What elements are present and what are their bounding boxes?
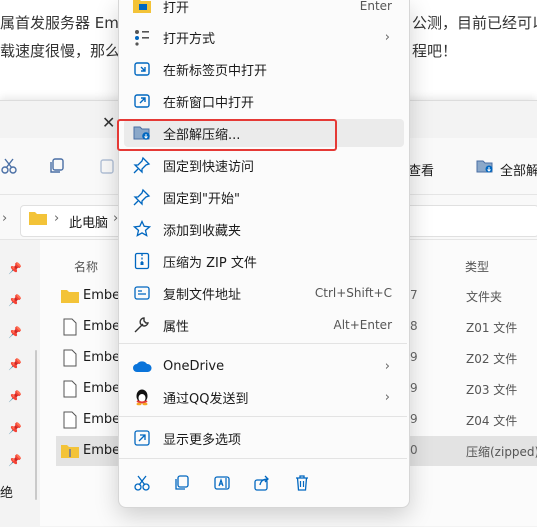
folder-icon: [29, 211, 47, 229]
view-label: 查看: [408, 164, 435, 179]
article-line-2-left: 载速度很慢，那么: [0, 42, 121, 60]
qq-icon: [132, 387, 152, 407]
menu-item-compress-zip[interactable]: 压缩为 ZIP 文件: [124, 247, 404, 275]
open-with-icon: [132, 27, 152, 47]
menu-item-shortcut: Alt+Enter: [333, 318, 392, 332]
more-options-icon: [132, 428, 152, 448]
copy-path-icon: [132, 283, 152, 303]
pin-icon: 📌: [8, 294, 22, 307]
onedrive-icon: [132, 356, 152, 376]
column-header-type[interactable]: 类型: [465, 258, 489, 275]
menu-item-pin-quick-access[interactable]: 固定到快速访问: [124, 151, 404, 179]
file-type: Z03 文件: [466, 383, 518, 397]
zip-icon: [132, 251, 152, 271]
close-tab-icon[interactable]: ✕: [102, 113, 115, 132]
menu-item-send-via-qq[interactable]: 通过QQ发送到 ›: [124, 383, 404, 411]
menu-item-shortcut: Enter: [359, 0, 392, 13]
file-type: Z04 文件: [466, 414, 518, 428]
file-icon: [63, 349, 77, 367]
menu-item-label: 复制文件地址: [163, 287, 242, 303]
nav-scrollbar[interactable]: [35, 350, 37, 500]
menu-item-shortcut: Ctrl+Shift+C: [314, 286, 392, 300]
menu-item-label: 固定到快速访问: [163, 159, 255, 175]
breadcrumb-this-pc[interactable]: 此电脑: [69, 212, 108, 231]
column-header-name[interactable]: 名称: [74, 258, 98, 275]
menu-item-open-new-tab[interactable]: 在新标签页中打开: [124, 55, 404, 83]
menu-item-label: 固定到"开始": [163, 191, 240, 207]
menu-item-copy-path[interactable]: 复制文件地址 Ctrl+Shift+C: [124, 279, 404, 307]
file-icon: [63, 318, 77, 336]
file-date-fragment: 0: [410, 443, 418, 457]
view-button[interactable]: 查看: [408, 160, 434, 179]
file-date-fragment: 8: [410, 319, 418, 333]
nav-item-label[interactable]: 绝: [0, 482, 13, 501]
delete-icon[interactable]: [291, 472, 313, 494]
menu-item-open-with[interactable]: 打开方式 ›: [124, 23, 404, 51]
rename-icon[interactable]: [211, 472, 233, 494]
chevron-right-icon: ›: [384, 389, 390, 405]
file-date-fragment: 9: [410, 412, 418, 426]
chevron-right-icon: ›: [384, 29, 390, 45]
zip-folder-icon: [61, 445, 79, 458]
pin-icon: 📌: [8, 422, 22, 435]
pin-icon: 📌: [8, 454, 22, 467]
article-line-1-left: 属首发服务器 Em: [0, 14, 119, 32]
share-icon[interactable]: [251, 472, 273, 494]
pin-icon: 📌: [8, 262, 22, 275]
file-type: 文件夹: [466, 290, 503, 304]
cut-icon[interactable]: [0, 157, 18, 179]
menu-item-label: 通过QQ发送到: [163, 391, 249, 407]
copy-icon[interactable]: [48, 157, 66, 179]
pin-icon: [132, 155, 152, 175]
menu-item-label: 显示更多选项: [163, 432, 242, 448]
file-date-fragment: 7: [410, 288, 418, 302]
folder-icon: [61, 290, 79, 303]
chevron-right-icon: ›: [2, 211, 8, 226]
menu-separator: [119, 416, 407, 417]
article-line-1-right: 公测，目前已经可以: [412, 14, 537, 32]
menu-item-label: 添加到收藏夹: [163, 223, 242, 239]
pin-icon: 📌: [8, 358, 22, 371]
file-date-fragment: 9: [410, 350, 418, 364]
file-date-fragment: 9: [410, 381, 418, 395]
menu-separator: [119, 343, 407, 344]
menu-item-label: 打开: [163, 0, 190, 16]
wrench-icon: [132, 315, 152, 335]
new-tab-icon: [132, 59, 152, 79]
highlight-annotation-box: [117, 119, 337, 151]
file-icon: [63, 411, 77, 429]
extract-all-toolbar-icon[interactable]: [476, 157, 494, 179]
menu-separator: [119, 458, 407, 459]
menu-item-label: 压缩为 ZIP 文件: [163, 255, 257, 271]
chevron-right-icon: ›: [384, 358, 390, 374]
paste-icon[interactable]: [98, 157, 116, 179]
file-icon: [63, 380, 77, 398]
open-icon: [132, 0, 152, 16]
article-line-2-right: 程吧！: [412, 42, 458, 60]
menu-item-open-new-window[interactable]: 在新窗口中打开: [124, 87, 404, 115]
menu-item-add-favorites[interactable]: 添加到收藏夹: [124, 215, 404, 243]
menu-item-properties[interactable]: 属性 Alt+Enter: [124, 311, 404, 339]
pin-icon: 📌: [8, 326, 22, 339]
file-type: Z01 文件: [466, 321, 518, 335]
copy-icon[interactable]: [171, 472, 193, 494]
pin-icon: 📌: [8, 390, 22, 403]
menu-item-open[interactable]: 打开 Enter: [124, 0, 404, 20]
menu-item-label: 属性: [163, 319, 190, 335]
new-window-icon: [132, 91, 152, 111]
menu-item-onedrive[interactable]: OneDrive ›: [124, 352, 404, 380]
cut-icon[interactable]: [131, 472, 153, 494]
file-type: Z02 文件: [466, 352, 518, 366]
extract-all-toolbar-button[interactable]: 全部解: [500, 160, 537, 179]
star-icon: [132, 219, 152, 239]
file-type: 压缩(zipped): [466, 445, 537, 459]
menu-item-label: OneDrive: [163, 358, 225, 374]
menu-item-label: 在新标签页中打开: [163, 63, 268, 79]
menu-item-label: 在新窗口中打开: [163, 95, 255, 111]
pin-start-icon: [132, 187, 152, 207]
menu-item-label: 打开方式: [163, 31, 216, 47]
chevron-right-icon: ›: [54, 211, 60, 226]
menu-item-pin-start[interactable]: 固定到"开始": [124, 183, 404, 211]
menu-item-show-more-options[interactable]: 显示更多选项: [124, 424, 404, 452]
